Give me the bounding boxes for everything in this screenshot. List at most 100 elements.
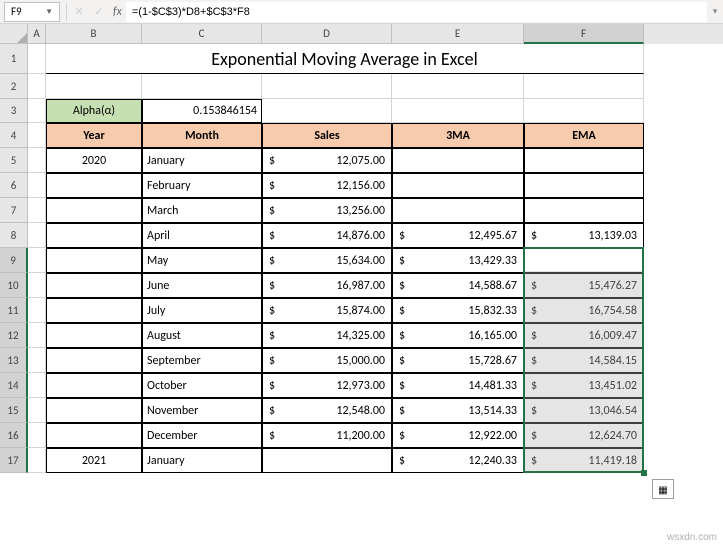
header-ema[interactable]: EMA bbox=[524, 123, 644, 148]
cell-A5[interactable] bbox=[28, 148, 46, 173]
chevron-down-icon[interactable]: ▼ bbox=[45, 7, 53, 17]
col-header-A[interactable]: A bbox=[28, 24, 46, 44]
cell-month[interactable]: February bbox=[142, 173, 262, 198]
cell-D3[interactable] bbox=[262, 99, 392, 123]
cell-month[interactable]: March bbox=[142, 198, 262, 223]
cell-3ma[interactable]: $16,165.00 bbox=[392, 323, 524, 348]
cell-D2[interactable] bbox=[262, 74, 392, 99]
cell-B2[interactable] bbox=[46, 74, 142, 99]
cell-A16[interactable] bbox=[28, 423, 46, 448]
cell-ema[interactable]: $16,754.58 bbox=[524, 298, 644, 323]
cell-C2[interactable] bbox=[142, 74, 262, 99]
select-all-triangle[interactable] bbox=[0, 24, 28, 44]
cell-month[interactable]: September bbox=[142, 348, 262, 373]
cell-ema[interactable] bbox=[524, 148, 644, 173]
cell-month[interactable]: June bbox=[142, 273, 262, 298]
cell-3ma[interactable]: $13,429.33 bbox=[392, 248, 524, 273]
row-header-16[interactable]: 16 bbox=[0, 423, 28, 448]
cell-A14[interactable] bbox=[28, 373, 46, 398]
cell-E2[interactable] bbox=[392, 74, 524, 99]
cells-area[interactable]: Exponential Moving Average in Excel Alpha… bbox=[28, 44, 723, 473]
cell-ema[interactable]: $14,608.77 bbox=[524, 248, 644, 273]
cell-A6[interactable] bbox=[28, 173, 46, 198]
row-header-9[interactable]: 9 bbox=[0, 248, 28, 273]
cell-A12[interactable] bbox=[28, 323, 46, 348]
cell-3ma[interactable]: $12,922.00 bbox=[392, 423, 524, 448]
cell-sales[interactable]: $15,000.00 bbox=[262, 348, 392, 373]
cell-ema[interactable]: $13,046.54 bbox=[524, 398, 644, 423]
cell-month[interactable]: December bbox=[142, 423, 262, 448]
cell-year[interactable] bbox=[46, 298, 142, 323]
col-header-D[interactable]: D bbox=[262, 24, 392, 44]
cell-A3[interactable] bbox=[28, 99, 46, 123]
row-header-2[interactable]: 2 bbox=[0, 74, 28, 99]
row-header-10[interactable]: 10 bbox=[0, 273, 28, 298]
row-header-6[interactable]: 6 bbox=[0, 173, 28, 198]
formula-input[interactable] bbox=[126, 2, 707, 22]
alpha-label[interactable]: Alpha(α) bbox=[46, 99, 142, 123]
cell-year[interactable]: 2020 bbox=[46, 148, 142, 173]
row-header-11[interactable]: 11 bbox=[0, 298, 28, 323]
cell-A13[interactable] bbox=[28, 348, 46, 373]
row-header-1[interactable]: 1 bbox=[0, 44, 28, 74]
cell-ema[interactable]: $11,419.18 bbox=[524, 448, 644, 473]
cell-year[interactable] bbox=[46, 273, 142, 298]
cell-A17[interactable] bbox=[28, 448, 46, 473]
page-title[interactable]: Exponential Moving Average in Excel bbox=[46, 44, 644, 74]
cell-A8[interactable] bbox=[28, 223, 46, 248]
cell-A10[interactable] bbox=[28, 273, 46, 298]
cell-3ma[interactable]: $14,481.33 bbox=[392, 373, 524, 398]
cell-year[interactable] bbox=[46, 348, 142, 373]
cell-F3[interactable] bbox=[524, 99, 644, 123]
header-month[interactable]: Month bbox=[142, 123, 262, 148]
row-header-8[interactable]: 8 bbox=[0, 223, 28, 248]
cell-sales[interactable]: $14,325.00 bbox=[262, 323, 392, 348]
cell-3ma[interactable]: $14,588.67 bbox=[392, 273, 524, 298]
header-3ma[interactable]: 3MA bbox=[392, 123, 524, 148]
cell-A4[interactable] bbox=[28, 123, 46, 148]
alpha-value[interactable]: 0.153846154 bbox=[142, 99, 262, 123]
cell-3ma[interactable]: $12,240.33 bbox=[392, 448, 524, 473]
cell-ema[interactable] bbox=[524, 173, 644, 198]
cell-sales[interactable]: $16,987.00 bbox=[262, 273, 392, 298]
cell-month[interactable]: August bbox=[142, 323, 262, 348]
row-header-7[interactable]: 7 bbox=[0, 198, 28, 223]
autofill-options-button[interactable]: ▦ bbox=[652, 479, 674, 499]
cell-ema[interactable]: $12,624.70 bbox=[524, 423, 644, 448]
cell-A9[interactable] bbox=[28, 248, 46, 273]
cell-month[interactable]: July bbox=[142, 298, 262, 323]
cell-ema[interactable]: $14,584.15 bbox=[524, 348, 644, 373]
cell-A7[interactable] bbox=[28, 198, 46, 223]
cell-month[interactable]: April bbox=[142, 223, 262, 248]
expand-formula-icon[interactable]: ▾ bbox=[707, 2, 723, 22]
cell-3ma[interactable] bbox=[392, 173, 524, 198]
col-header-F[interactable]: F bbox=[524, 24, 644, 44]
cell-A11[interactable] bbox=[28, 298, 46, 323]
cell-sales[interactable]: $12,156.00 bbox=[262, 173, 392, 198]
col-header-B[interactable]: B bbox=[46, 24, 142, 44]
cell-3ma[interactable]: $15,728.67 bbox=[392, 348, 524, 373]
row-header-15[interactable]: 15 bbox=[0, 398, 28, 423]
col-header-C[interactable]: C bbox=[142, 24, 262, 44]
cell-3ma[interactable]: $13,514.33 bbox=[392, 398, 524, 423]
cell-month[interactable]: November bbox=[142, 398, 262, 423]
header-sales[interactable]: Sales bbox=[262, 123, 392, 148]
row-header-17[interactable]: 17 bbox=[0, 448, 28, 473]
cell-ema[interactable]: $13,139.03 bbox=[524, 223, 644, 248]
cell-sales[interactable]: $11,200.00 bbox=[262, 423, 392, 448]
cell-3ma[interactable]: $15,832.33 bbox=[392, 298, 524, 323]
cell-sales[interactable] bbox=[262, 448, 392, 473]
cell-month[interactable]: May bbox=[142, 248, 262, 273]
cell-ema[interactable]: $13,451.02 bbox=[524, 373, 644, 398]
col-header-E[interactable]: E bbox=[392, 24, 524, 44]
header-year[interactable]: Year bbox=[46, 123, 142, 148]
fx-icon[interactable]: fx bbox=[113, 5, 122, 19]
cell-3ma[interactable] bbox=[392, 198, 524, 223]
name-box[interactable]: F9 ▼ bbox=[4, 2, 60, 22]
cell-year[interactable] bbox=[46, 173, 142, 198]
cell-sales[interactable]: $14,876.00 bbox=[262, 223, 392, 248]
cell-sales[interactable]: $15,634.00 bbox=[262, 248, 392, 273]
cell-year[interactable] bbox=[46, 248, 142, 273]
cell-sales[interactable]: $12,973.00 bbox=[262, 373, 392, 398]
cell-3ma[interactable] bbox=[392, 148, 524, 173]
